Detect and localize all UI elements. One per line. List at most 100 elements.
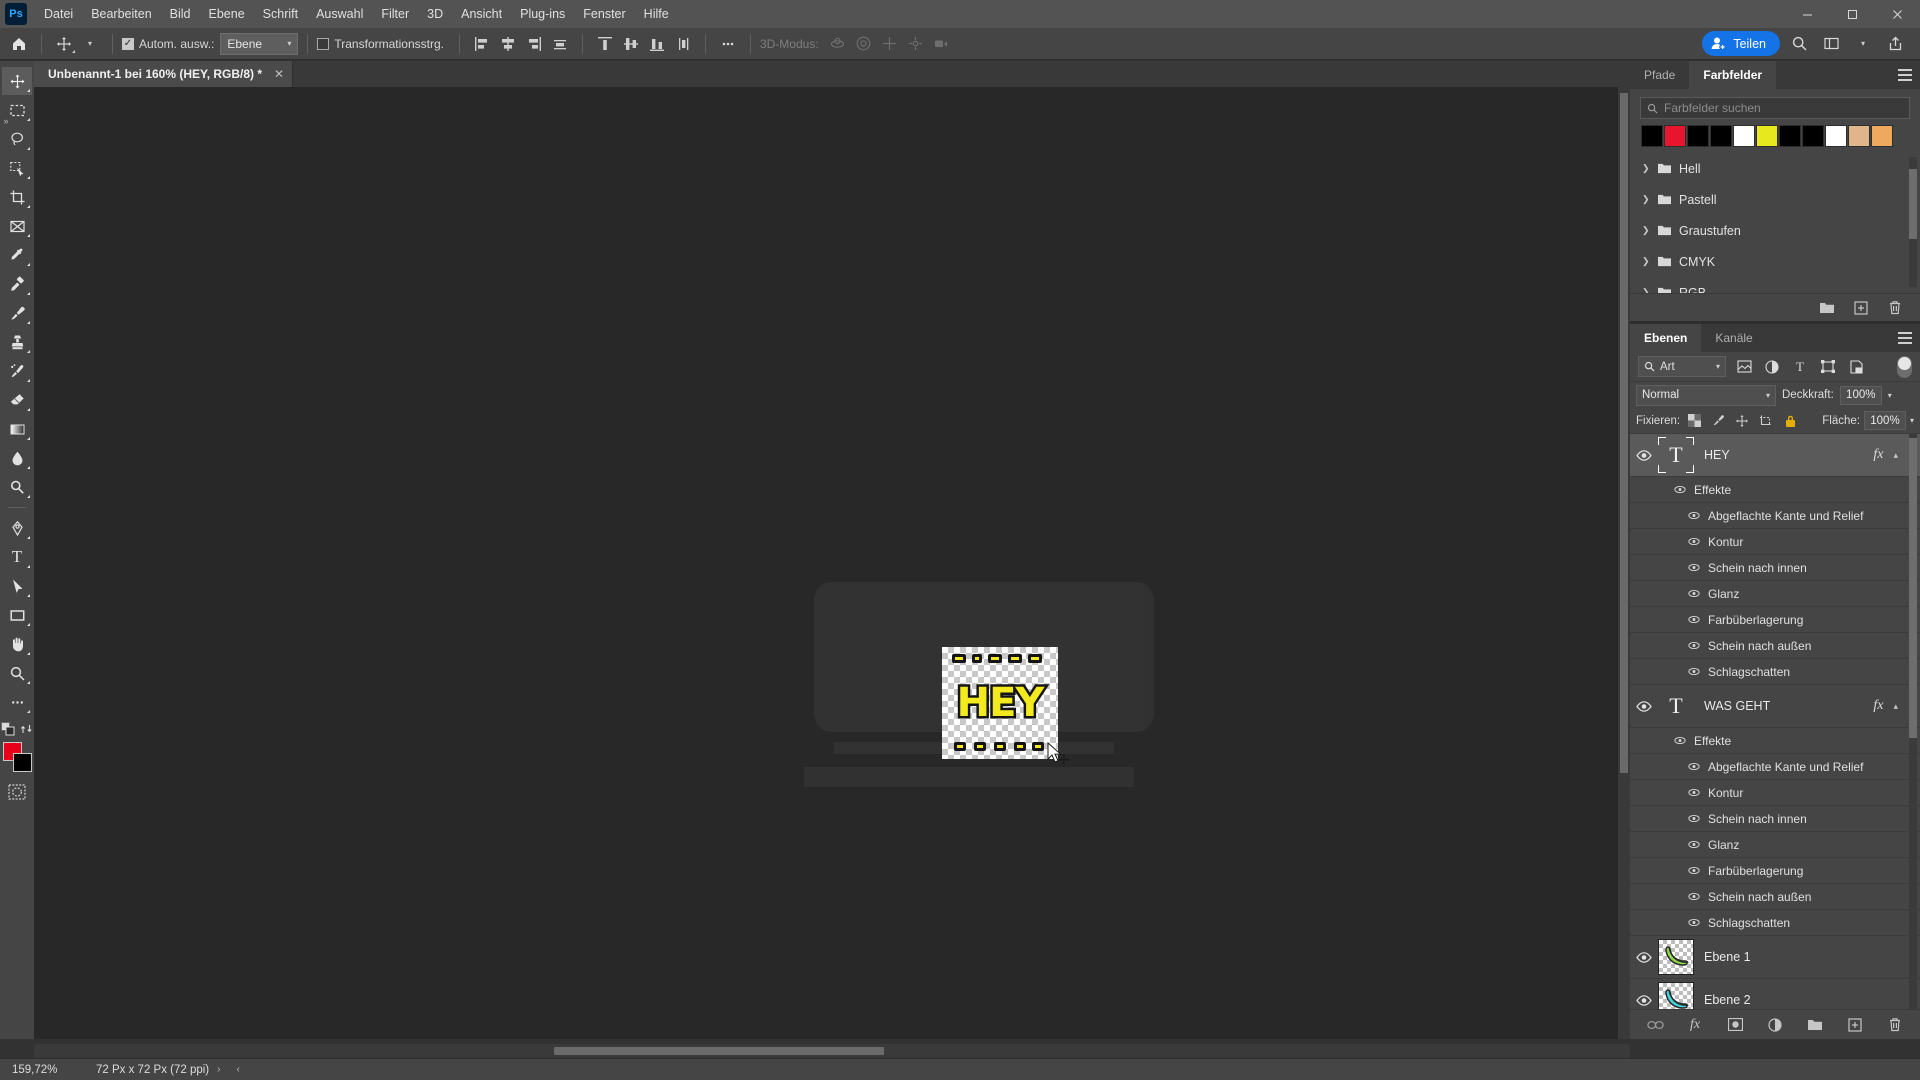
crop-tool[interactable] <box>2 183 32 211</box>
status-expand-icon[interactable]: › <box>209 1064 228 1075</box>
tab-ebenen[interactable]: Ebenen <box>1630 324 1702 352</box>
chevron-right-icon[interactable]: ❯ <box>1642 194 1650 205</box>
color-swatch[interactable] <box>1733 125 1755 147</box>
layer-row[interactable]: T WAS GEHT fx ▴ <box>1630 685 1920 728</box>
edit-toolbar-tool[interactable] <box>2 688 32 716</box>
link-layers-icon[interactable] <box>1646 1016 1664 1034</box>
new-swatch-icon[interactable] <box>1852 299 1870 317</box>
rectangle-tool[interactable] <box>2 601 32 629</box>
type-layers-filter-icon[interactable]: T <box>1790 357 1810 377</box>
align-bottom-edges-icon[interactable] <box>644 32 670 56</box>
layer-style-fx-icon[interactable]: fx <box>1686 1016 1704 1034</box>
layer-thumbnail[interactable]: T <box>1658 437 1694 473</box>
color-swatches[interactable] <box>2 742 32 774</box>
effect-visibility-toggle[interactable] <box>1686 612 1702 628</box>
fill-chevron-icon[interactable]: ▾ <box>1910 416 1914 425</box>
share-export-icon[interactable] <box>1882 32 1908 56</box>
layer-thumbnail[interactable] <box>1658 939 1694 975</box>
lock-position-icon[interactable] <box>1732 411 1752 431</box>
menu-item-hilfe[interactable]: Hilfe <box>635 2 678 26</box>
path-selection-tool[interactable] <box>2 572 32 600</box>
blur-tool[interactable] <box>2 444 32 472</box>
share-button[interactable]: Teilen <box>1702 31 1780 56</box>
layer-effect-row[interactable]: Schein nach außen <box>1630 633 1920 659</box>
panel-menu-icon[interactable] <box>1898 332 1912 344</box>
transform-controls-checkbox[interactable]: Transformationsstrg. <box>317 37 450 51</box>
swatch-folder-row[interactable]: ❯ Pastell <box>1630 184 1920 215</box>
chevron-up-icon[interactable]: ▴ <box>1893 701 1898 712</box>
effect-visibility-toggle[interactable] <box>1686 863 1702 879</box>
artwork-hey-layer[interactable]: HEY <box>942 647 1058 759</box>
effect-visibility-toggle[interactable] <box>1686 560 1702 576</box>
swatch-folder-row[interactable]: ❯ Graustufen <box>1630 215 1920 246</box>
menu-item-schrift[interactable]: Schrift <box>254 2 307 26</box>
delete-icon[interactable] <box>1886 299 1904 317</box>
tab-pfade[interactable]: Pfade <box>1630 61 1689 89</box>
layer-effect-row[interactable]: Glanz <box>1630 581 1920 607</box>
layer-effect-row[interactable]: Farbüberlagerung <box>1630 607 1920 633</box>
menu-item-datei[interactable]: Datei <box>35 2 82 26</box>
ellipsis-icon[interactable] <box>715 32 741 56</box>
menu-item-ebene[interactable]: Ebene <box>200 2 254 26</box>
layer-effects-indicator[interactable]: fx <box>1873 447 1883 463</box>
blend-mode-dropdown[interactable]: Normal ▾ <box>1636 384 1776 406</box>
layers-scrollbar[interactable] <box>1909 434 1917 1009</box>
effect-visibility-toggle[interactable] <box>1686 837 1702 853</box>
menu-item-filter[interactable]: Filter <box>372 2 418 26</box>
canvas-horizontal-scrollbar[interactable] <box>34 1044 1630 1058</box>
background-color-swatch[interactable] <box>13 753 32 772</box>
lock-artboard-icon[interactable] <box>1756 411 1776 431</box>
menu-item-bild[interactable]: Bild <box>161 2 200 26</box>
color-swatch[interactable] <box>1756 125 1778 147</box>
chevron-right-icon[interactable]: ❯ <box>1642 225 1650 236</box>
align-left-edges-icon[interactable] <box>469 32 495 56</box>
menu-item-ansicht[interactable]: Ansicht <box>452 2 511 26</box>
clone-stamp-tool[interactable] <box>2 328 32 356</box>
swatches-scrollbar[interactable] <box>1909 157 1917 287</box>
layer-row[interactable]: Ebene 1 <box>1630 936 1920 979</box>
layer-mask-icon[interactable] <box>1726 1016 1744 1034</box>
layer-effect-row[interactable]: Schlagschatten <box>1630 659 1920 685</box>
chevron-right-icon[interactable]: ❯ <box>1642 287 1650 293</box>
canvas-vertical-scrollbar[interactable] <box>1618 87 1630 1039</box>
align-top-edges-icon[interactable] <box>592 32 618 56</box>
effect-visibility-toggle[interactable] <box>1686 759 1702 775</box>
close-icon[interactable]: ✕ <box>274 67 284 81</box>
color-swatch[interactable] <box>1710 125 1732 147</box>
adjustment-layers-filter-icon[interactable] <box>1762 357 1782 377</box>
layer-effect-row[interactable]: Kontur <box>1630 529 1920 555</box>
spot-healing-brush-tool[interactable] <box>2 270 32 298</box>
layer-visibility-toggle[interactable] <box>1630 994 1658 1006</box>
color-swatch[interactable] <box>1848 125 1870 147</box>
lock-all-icon[interactable] <box>1780 411 1800 431</box>
lock-image-icon[interactable] <box>1708 411 1728 431</box>
effect-visibility-toggle[interactable] <box>1686 508 1702 524</box>
menu-item-3d[interactable]: 3D <box>418 2 452 26</box>
maximize-button[interactable] <box>1830 0 1875 28</box>
checkbox-auto-select[interactable]: ✓ <box>122 37 134 50</box>
eraser-tool[interactable] <box>2 386 32 414</box>
layer-effect-row[interactable]: Farbüberlagerung <box>1630 858 1920 884</box>
swatch-folder-row[interactable]: ❯ CMYK <box>1630 246 1920 277</box>
quick-selection-tool[interactable] <box>2 154 32 182</box>
effect-visibility-toggle[interactable] <box>1686 534 1702 550</box>
layer-effect-row[interactable]: Schein nach außen <box>1630 884 1920 910</box>
effect-visibility-toggle[interactable] <box>1686 638 1702 654</box>
eyedropper-tool[interactable] <box>2 241 32 269</box>
tab-kanaele[interactable]: Kanäle <box>1701 324 1766 352</box>
layer-thumbnail[interactable]: T <box>1658 688 1694 724</box>
layer-list[interactable]: T HEY fx ▴ Effekte Abgeflachte Kante und Reli… <box>1630 434 1920 1009</box>
auto-select-checkbox[interactable]: ✓ Autom. ausw.: <box>122 37 220 51</box>
layer-row[interactable]: T HEY fx ▴ <box>1630 434 1920 477</box>
layer-visibility-toggle[interactable] <box>1630 449 1658 461</box>
delete-layer-icon[interactable] <box>1886 1016 1904 1034</box>
layer-effect-row[interactable]: Glanz <box>1630 832 1920 858</box>
align-vertical-centers-icon[interactable] <box>618 32 644 56</box>
effect-visibility-toggle[interactable] <box>1686 586 1702 602</box>
chevron-up-icon[interactable]: ▴ <box>1893 450 1898 461</box>
swap-colors-icon[interactable] <box>19 721 34 737</box>
home-icon[interactable] <box>6 32 32 56</box>
chevron-right-icon[interactable]: ❯ <box>1642 163 1650 174</box>
auto-select-scope-dropdown[interactable]: Ebene ▾ <box>220 32 299 55</box>
color-swatch[interactable] <box>1641 125 1663 147</box>
